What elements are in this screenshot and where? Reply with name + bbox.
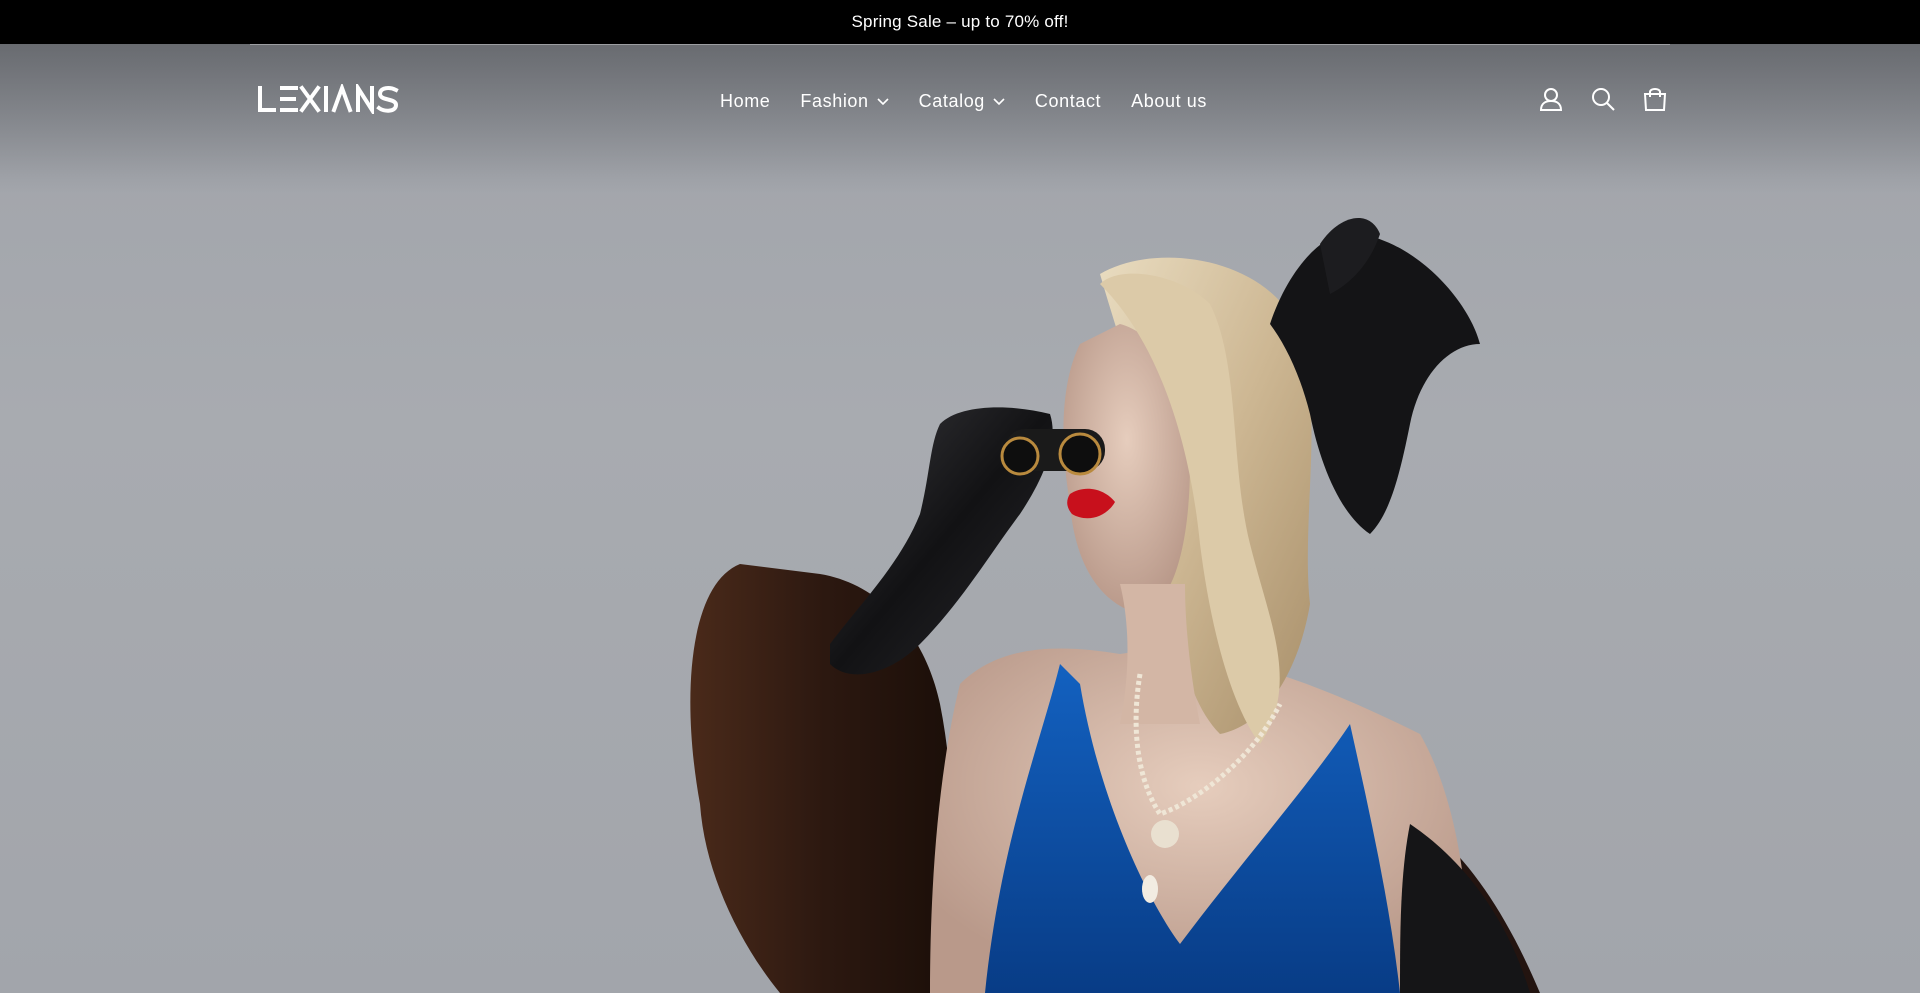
brand-logo[interactable] xyxy=(256,81,406,117)
announcement-text: Spring Sale – up to 70% off! xyxy=(851,12,1069,31)
header-icons xyxy=(1538,86,1668,112)
chevron-down-icon xyxy=(993,97,1005,105)
nav-item-catalog[interactable]: Catalog xyxy=(919,91,1005,112)
nav-item-label: Home xyxy=(720,91,771,111)
nav-item-contact[interactable]: Contact xyxy=(1035,91,1101,112)
nav-item-label: About us xyxy=(1131,91,1208,111)
hero-banner xyxy=(0,44,1920,993)
nav-item-home[interactable]: Home xyxy=(720,91,770,112)
header-divider xyxy=(250,44,1670,45)
site-header: Home Fashion Catalog Contact About us xyxy=(0,44,1920,162)
nav-item-label: Fashion xyxy=(800,91,869,111)
announcement-bar: Spring Sale – up to 70% off! xyxy=(0,0,1920,44)
nav-item-label: Contact xyxy=(1034,91,1102,111)
nav-item-label: Catalog xyxy=(918,91,985,111)
chevron-down-icon xyxy=(877,97,889,105)
nav-item-fashion[interactable]: Fashion xyxy=(800,91,889,112)
nav-item-about[interactable]: About us xyxy=(1131,91,1207,112)
brand-logo-mark xyxy=(258,81,399,117)
main-nav: Home Fashion Catalog Contact About us xyxy=(720,91,1207,112)
search-icon[interactable] xyxy=(1590,86,1616,112)
cart-icon[interactable] xyxy=(1642,86,1668,112)
account-icon[interactable] xyxy=(1538,86,1564,112)
